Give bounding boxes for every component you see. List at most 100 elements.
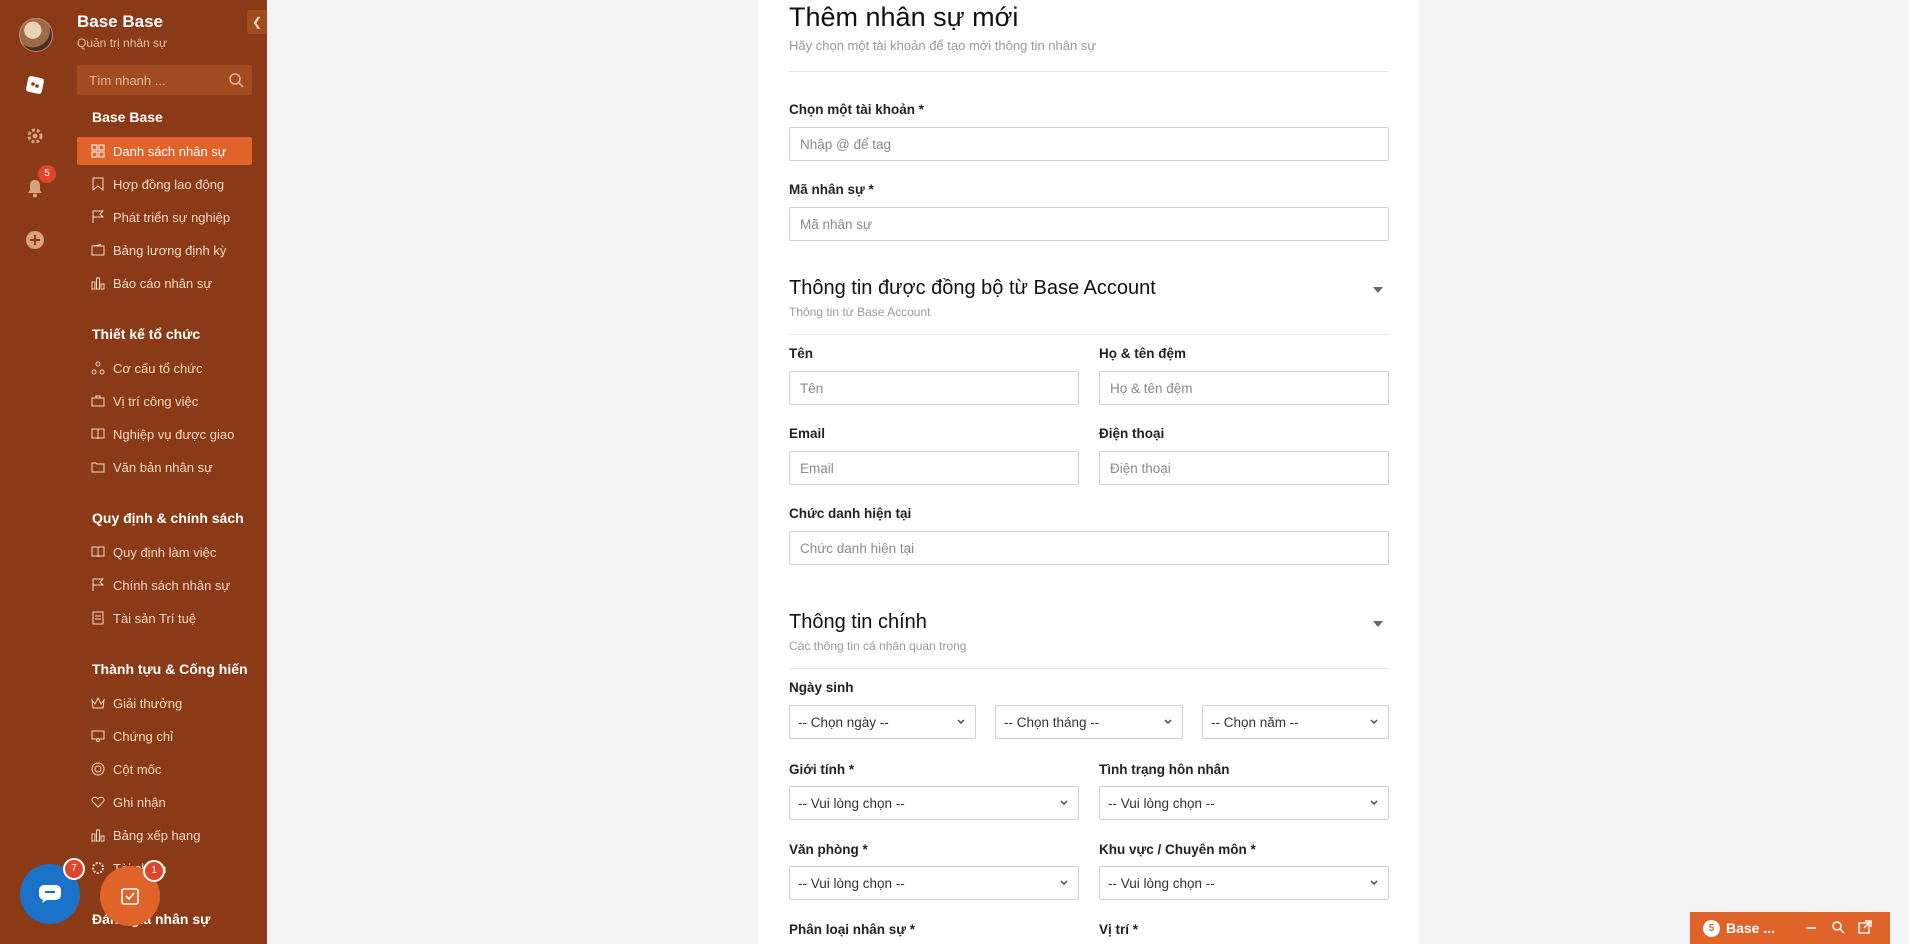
sidebar-item-org-structure[interactable]: Cơ cấu tổ chức: [77, 354, 252, 382]
sidebar-item-work-rules[interactable]: Quy định làm việc: [77, 538, 252, 566]
first-name-field: [789, 371, 1079, 405]
search-icon[interactable]: [228, 72, 244, 88]
sidebar-item-hr-policy[interactable]: Chính sách nhân sự: [77, 571, 252, 599]
divider: [789, 334, 1389, 335]
email-input[interactable]: [790, 452, 1078, 484]
sidebar-item-awards[interactable]: Giải thưởng: [77, 689, 252, 717]
day-select[interactable]: -- Chọn ngày --: [789, 705, 976, 739]
app-logo-icon[interactable]: [22, 72, 48, 98]
chevron-down-icon: [1370, 880, 1378, 885]
book-icon: [90, 426, 106, 442]
phone-label: Điện thoại: [1099, 426, 1165, 441]
ranking-icon: [90, 827, 106, 843]
phone-field: [1099, 451, 1389, 485]
icon-rail: 5: [0, 0, 70, 944]
sidebar-item-payroll[interactable]: Bảng lương định kỳ: [77, 236, 252, 264]
minimized-count-badge: 5: [1703, 919, 1720, 937]
gear-icon[interactable]: [22, 123, 48, 149]
minimize-icon[interactable]: [1804, 920, 1818, 937]
sidebar-item-label: Bảng lương định kỳ: [113, 242, 227, 258]
last-name-input[interactable]: [1100, 372, 1388, 404]
page-subtitle: Hãy chọn một tài khoản để tạo mới thông …: [789, 38, 1097, 53]
code-label: Mã nhân sự *: [789, 182, 874, 197]
brand-subtitle: Quản trị nhân sự: [77, 36, 168, 50]
divider: [789, 71, 1389, 72]
target-icon: [90, 761, 106, 777]
sidebar-item-label: Quy định làm việc: [113, 544, 217, 560]
last-name-label: Họ & tên đệm: [1099, 346, 1187, 361]
sidebar-item-hr-documents[interactable]: Văn bản nhân sự: [77, 453, 252, 481]
bar-chart-icon: [90, 275, 106, 291]
sidebar-item-ranking[interactable]: Bảng xếp hạng: [77, 821, 252, 849]
gender-select[interactable]: -- Vui lòng chọn --: [789, 786, 1079, 820]
avatar[interactable]: [19, 18, 53, 52]
chat-badge: 7: [63, 858, 85, 880]
sidebar-item-label: Nghiệp vụ được giao: [113, 426, 235, 442]
minimized-chat-bar[interactable]: 5 Base ...: [1690, 912, 1890, 944]
caret-down-icon[interactable]: [1373, 621, 1383, 627]
sidebar-item-employee-list[interactable]: Danh sách nhân sự: [77, 137, 252, 165]
sidebar: Base Base Quản trị nhân sự ❮ Base Base D…: [70, 0, 267, 944]
region-select[interactable]: -- Vui lòng chọn --: [1099, 866, 1389, 900]
chevron-down-icon: [1370, 800, 1378, 805]
briefcase-icon: [90, 393, 106, 409]
search-icon[interactable]: [1831, 920, 1845, 937]
main-section-subtitle: Các thông tin cá nhân quan trọng: [789, 639, 967, 653]
nav-group-title: Base Base: [92, 109, 163, 125]
sidebar-item-reports[interactable]: Báo cáo nhân sự: [77, 269, 252, 297]
year-select[interactable]: -- Chọn năm --: [1202, 705, 1389, 739]
day-select-value: -- Chọn ngày --: [798, 714, 889, 730]
month-select[interactable]: -- Chọn tháng --: [995, 705, 1183, 739]
chevron-down-icon: [1370, 719, 1378, 724]
sidebar-item-recognition[interactable]: Ghi nhận: [77, 788, 252, 816]
sidebar-item-label: Văn bản nhân sự: [113, 459, 213, 475]
task-bubble-button[interactable]: 1: [100, 860, 165, 926]
job-title-input[interactable]: [790, 532, 1388, 564]
sidebar-item-milestones[interactable]: Cột mốc: [77, 755, 252, 783]
sidebar-item-label: Ghi nhận: [113, 794, 166, 810]
first-name-input[interactable]: [790, 372, 1078, 404]
job-title-field: [789, 531, 1389, 565]
search-input[interactable]: [77, 65, 229, 95]
brand-title: Base Base: [77, 12, 164, 31]
chevron-down-icon: [1060, 800, 1068, 805]
chat-icon: [39, 885, 61, 903]
sidebar-item-label: Cơ cấu tổ chức: [113, 360, 203, 376]
sidebar-item-certificates[interactable]: Chứng chỉ: [77, 722, 252, 750]
account-input[interactable]: [790, 128, 1388, 160]
office-select[interactable]: -- Vui lòng chọn --: [789, 866, 1079, 900]
task-badge: 1: [143, 860, 165, 882]
sidebar-item-intellectual-property[interactable]: Tài sản Trí tuệ: [77, 604, 252, 632]
email-label: Email: [789, 426, 826, 441]
add-circle-icon[interactable]: [22, 227, 48, 253]
sidebar-item-label: Vị trí công việc: [113, 393, 199, 409]
sidebar-item-contracts[interactable]: Hợp đồng lao động: [77, 170, 252, 198]
marital-select-value: -- Vui lòng chọn --: [1108, 795, 1215, 811]
job-title-label: Chức danh hiện tại: [789, 506, 912, 521]
sync-section-subtitle: Thông tin từ Base Account: [789, 305, 931, 319]
sidebar-item-job-positions[interactable]: Vị trí công việc: [77, 387, 252, 415]
phone-input[interactable]: [1100, 452, 1388, 484]
form-card: Thêm nhân sự mới Hãy chọn một tài khoản …: [758, 0, 1419, 944]
code-field: [789, 207, 1389, 241]
sidebar-item-label: Phát triển sự nghiệp: [113, 209, 231, 225]
book-icon: [90, 544, 106, 560]
notification-badge: 5: [38, 165, 56, 183]
sidebar-item-career[interactable]: Phát triển sự nghiệp: [77, 203, 252, 231]
grid-icon: [90, 143, 106, 159]
certificate-icon: [90, 728, 106, 744]
employee-type-label: Phân loại nhân sự *: [789, 922, 916, 937]
position-label: Vị trí *: [1099, 922, 1139, 937]
sidebar-item-label: Báo cáo nhân sự: [113, 275, 213, 291]
chat-bubble-button[interactable]: 7: [20, 858, 85, 924]
caret-down-icon[interactable]: [1373, 287, 1383, 293]
marital-select[interactable]: -- Vui lòng chọn --: [1099, 786, 1389, 820]
collapse-sidebar-button[interactable]: ❮: [247, 10, 267, 34]
chevron-down-icon: [1164, 719, 1172, 724]
open-external-icon[interactable]: [1858, 920, 1872, 937]
sidebar-item-assigned-tasks[interactable]: Nghiệp vụ được giao: [77, 420, 252, 448]
task-check-icon: [121, 888, 139, 905]
gender-select-value: -- Vui lòng chọn --: [798, 795, 905, 811]
employee-code-input[interactable]: [790, 208, 1388, 240]
sync-section-title: Thông tin được đồng bộ từ Base Account: [789, 277, 1156, 299]
